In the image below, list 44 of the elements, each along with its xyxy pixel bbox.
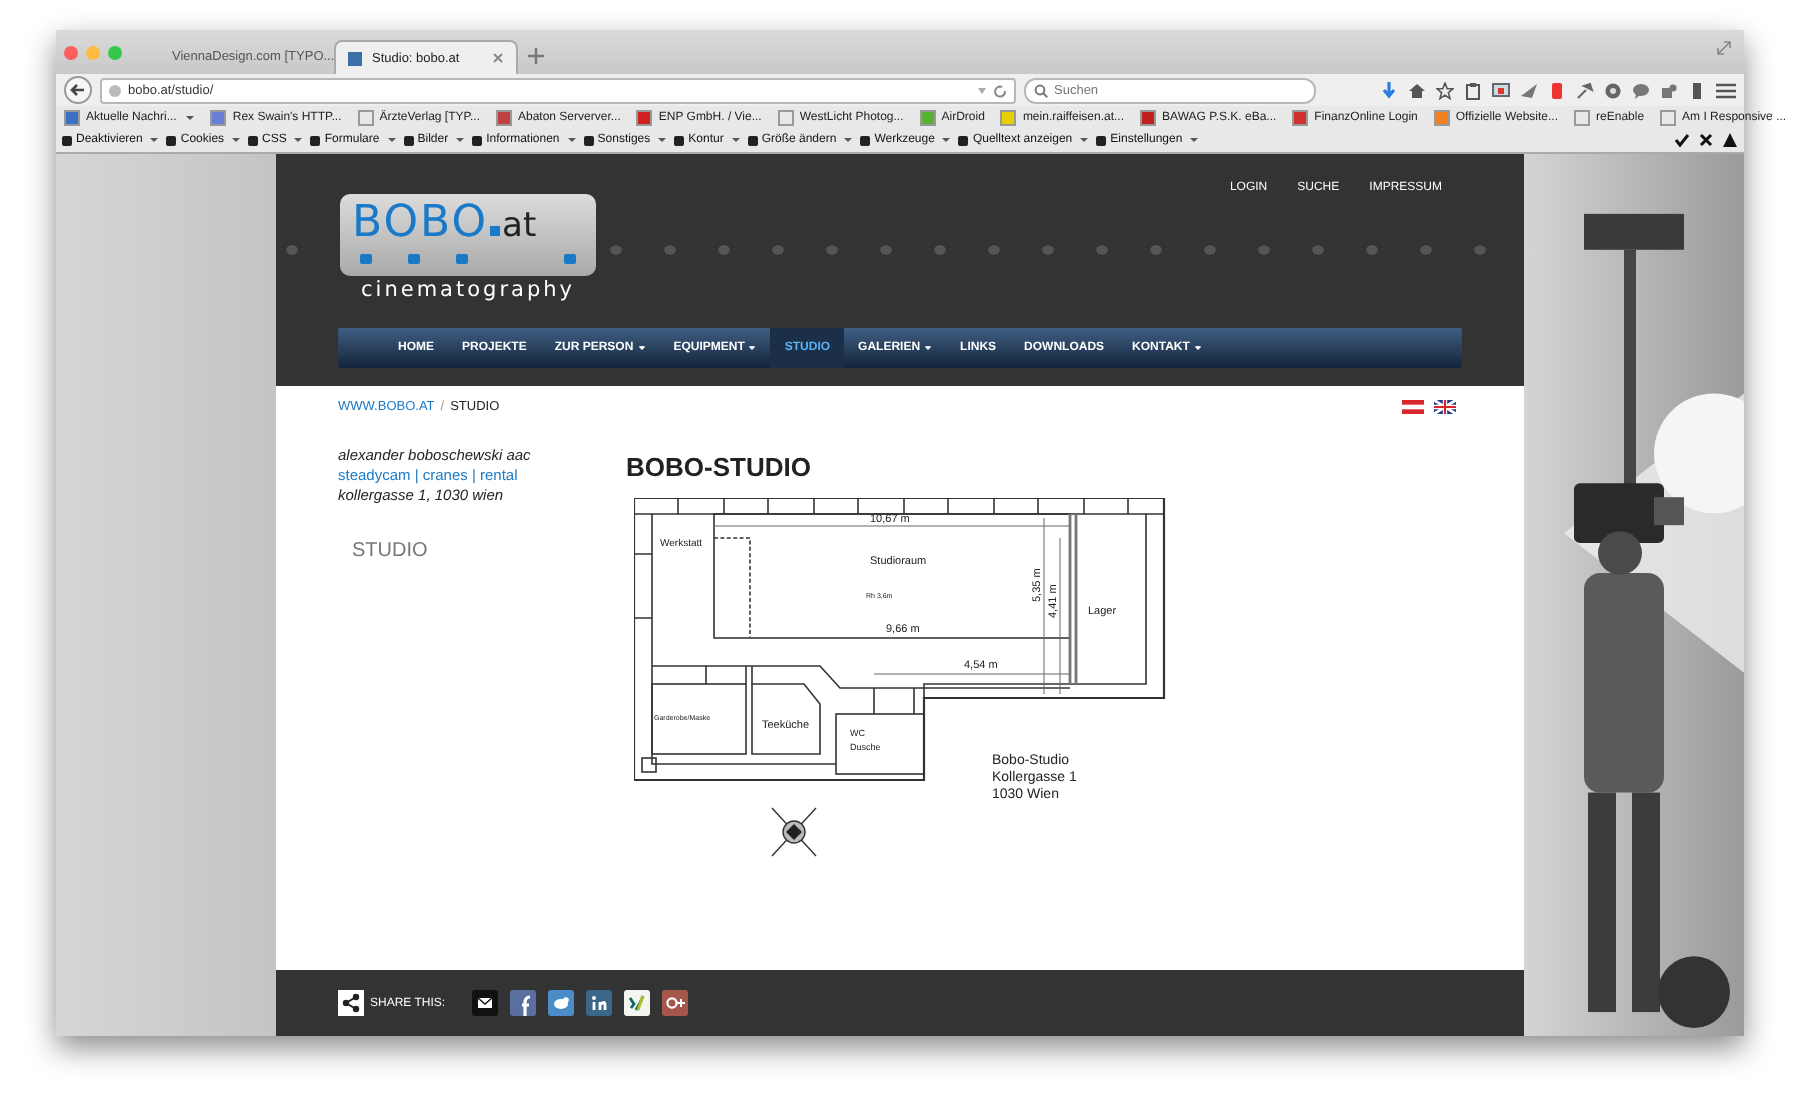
caret-icon	[456, 138, 465, 142]
caret-icon	[567, 138, 576, 142]
caret-icon	[1080, 138, 1089, 142]
chat-icon[interactable]	[1632, 81, 1650, 99]
googleplus-share-icon[interactable]	[661, 990, 688, 1016]
caret-icon	[731, 138, 740, 142]
screen-icon[interactable]	[1492, 81, 1510, 99]
caret-icon	[658, 138, 667, 142]
globe-icon	[108, 83, 122, 97]
logo[interactable]: BOBO at	[340, 194, 596, 276]
menu-icon[interactable]	[1716, 81, 1736, 99]
phone-icon[interactable]	[1548, 81, 1566, 99]
share-icon[interactable]	[338, 990, 364, 1016]
close-icon[interactable]	[1698, 132, 1714, 148]
gauge-icon[interactable]	[1604, 81, 1622, 99]
caret-icon	[150, 138, 159, 142]
mail-share-icon[interactable]	[471, 990, 498, 1016]
warning-icon[interactable]	[1722, 132, 1738, 148]
reload-icon[interactable]	[976, 83, 1008, 97]
check-icon[interactable]	[1674, 132, 1690, 148]
twitter-share-icon[interactable]	[547, 990, 574, 1016]
clipboard-icon[interactable]	[1464, 81, 1482, 99]
caret-icon	[232, 138, 241, 142]
caret-icon	[844, 138, 853, 142]
star-icon[interactable]	[1436, 81, 1454, 99]
xing-share-icon[interactable]	[623, 990, 650, 1016]
back-button[interactable]	[64, 76, 92, 104]
uk-flag-icon[interactable]	[1434, 399, 1456, 413]
caret-icon	[387, 138, 396, 142]
new-tab-icon[interactable]	[528, 48, 544, 64]
favicon-icon	[348, 51, 362, 65]
linkedin-share-icon[interactable]	[585, 990, 612, 1016]
page-heading: BOBO-STUDIO	[626, 452, 813, 482]
austria-flag-icon[interactable]	[1402, 399, 1424, 413]
logo-tagline: cinematography	[361, 278, 575, 302]
facebook-share-icon[interactable]	[509, 990, 536, 1016]
caret-icon	[1190, 138, 1199, 142]
download-icon[interactable]	[1380, 81, 1398, 99]
sidebar-link[interactable]: STUDIO	[352, 540, 626, 562]
caret-icon	[294, 138, 303, 142]
home-icon[interactable]	[1408, 81, 1426, 99]
send-icon[interactable]	[1520, 81, 1538, 99]
compass-icon	[771, 807, 817, 857]
caret-icon	[942, 138, 951, 142]
